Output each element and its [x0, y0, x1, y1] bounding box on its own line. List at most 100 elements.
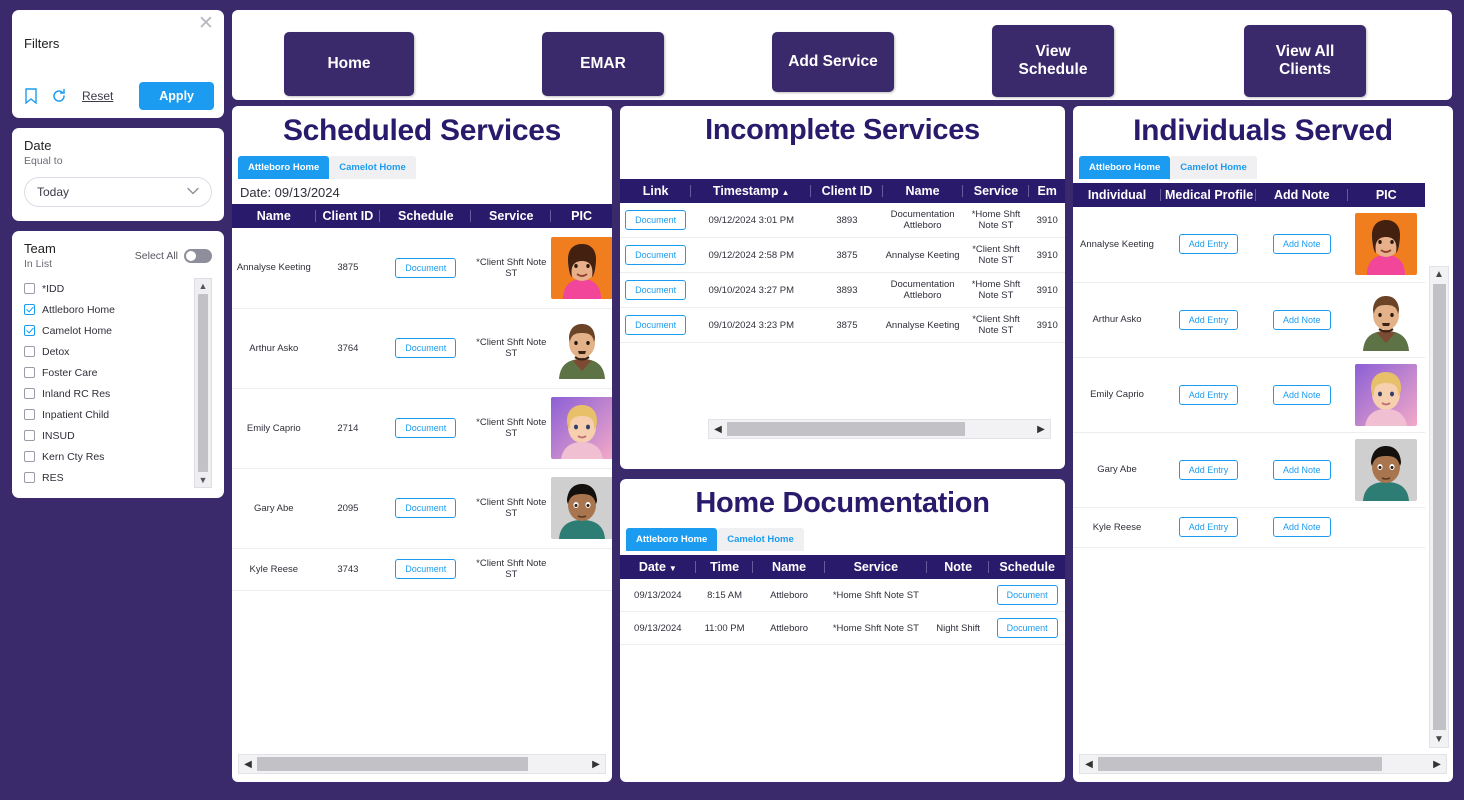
column-header-name[interactable]: Name	[232, 204, 316, 228]
scroll-track[interactable]	[1098, 757, 1428, 771]
scroll-track[interactable]	[727, 422, 1032, 436]
team-list-scrollbar[interactable]: ▲ ▼	[194, 278, 212, 488]
table-row[interactable]: Annalyse Keeting 3875 Document *Client Shft…	[232, 228, 612, 309]
table-row[interactable]: Document 09/12/2024 2:58 PM 3875 Annalyse K…	[620, 237, 1065, 273]
add-note-button[interactable]: Add Note	[1273, 384, 1331, 405]
add-note-button[interactable]: Add Note	[1273, 234, 1331, 255]
home-button[interactable]: Home	[284, 32, 414, 96]
checkbox-icon[interactable]	[24, 304, 35, 315]
add-note-button[interactable]: Add Note	[1273, 459, 1331, 480]
table-row[interactable]: Gary Abe 2095 Document *Client Shft Note ST	[232, 468, 612, 549]
scroll-track[interactable]	[257, 757, 587, 771]
scroll-up-icon[interactable]: ▲	[199, 281, 208, 291]
scroll-thumb[interactable]	[198, 294, 208, 472]
document-button[interactable]: Document	[395, 559, 457, 579]
add-entry-button[interactable]: Add Entry	[1178, 234, 1239, 255]
table-row[interactable]: Arthur Asko Add Entry Add Note	[1073, 282, 1425, 358]
team-checkbox-item[interactable]: *IDD	[24, 278, 188, 299]
tab-camelot-home[interactable]: Camelot Home	[717, 528, 804, 551]
document-link-button[interactable]: Document	[625, 210, 687, 230]
close-icon[interactable]: ✕	[196, 14, 216, 34]
scroll-right-icon[interactable]: ▶	[587, 759, 605, 770]
add-note-button[interactable]: Add Note	[1273, 517, 1331, 537]
bookmark-icon[interactable]	[22, 87, 40, 105]
team-checkbox-item[interactable]: Kern Cty Res	[24, 446, 188, 467]
select-all-toggle[interactable]	[184, 248, 212, 263]
checkbox-icon[interactable]	[24, 451, 35, 462]
column-header-pic[interactable]: PIC	[551, 204, 612, 228]
column-header-name[interactable]: Name	[753, 555, 825, 579]
team-checkbox-item[interactable]: Inland RC Res	[24, 383, 188, 404]
table-row[interactable]: Document 09/10/2024 3:27 PM 3893 Documentat…	[620, 272, 1065, 308]
document-button[interactable]: Document	[996, 618, 1058, 638]
checkbox-icon[interactable]	[24, 472, 35, 483]
scroll-left-icon[interactable]: ◀	[1080, 759, 1098, 770]
column-header-pic[interactable]: PIC	[1347, 183, 1425, 207]
team-checkbox-item[interactable]: Foster Care	[24, 362, 188, 383]
table-row[interactable]: Emily Caprio Add Entry Add Note	[1073, 357, 1425, 433]
add-entry-button[interactable]: Add Entry	[1178, 309, 1239, 330]
team-checkbox-item[interactable]: RES	[24, 467, 188, 488]
add-entry-button[interactable]: Add Entry	[1178, 459, 1239, 480]
scroll-right-icon[interactable]: ▶	[1428, 759, 1446, 770]
column-header-date[interactable]: Date ▼	[620, 555, 696, 579]
checkbox-icon[interactable]	[24, 388, 35, 399]
document-link-button[interactable]: Document	[625, 245, 687, 265]
document-button[interactable]: Document	[395, 498, 457, 518]
document-button[interactable]: Document	[395, 257, 457, 278]
reset-filters-link[interactable]: Reset	[82, 89, 113, 103]
column-header-client-id[interactable]: Client ID	[315, 204, 381, 228]
table-row[interactable]: Gary Abe Add Entry Add Note	[1073, 432, 1425, 508]
team-checkbox-item[interactable]: Camelot Home	[24, 320, 188, 341]
checkbox-icon[interactable]	[24, 346, 35, 357]
checkbox-icon[interactable]	[24, 283, 35, 294]
scroll-thumb[interactable]	[1098, 757, 1382, 771]
add-entry-button[interactable]: Add Entry	[1178, 517, 1239, 537]
apply-filters-button[interactable]: Apply	[139, 82, 214, 110]
column-header-service[interactable]: Service	[824, 555, 928, 579]
individuals-vertical-scrollbar[interactable]: ▲ ▼	[1429, 266, 1449, 748]
column-header-em[interactable]: Em	[1029, 179, 1065, 203]
column-header-note[interactable]: Note	[927, 555, 990, 579]
team-checkbox-item[interactable]: Attleboro Home	[24, 299, 188, 320]
document-link-button[interactable]: Document	[625, 315, 687, 335]
scroll-thumb[interactable]	[257, 757, 528, 771]
column-header-timestamp[interactable]: Timestamp ▲	[691, 179, 812, 203]
tab-attleboro-home[interactable]: Attleboro Home	[626, 528, 718, 551]
table-row[interactable]: Kyle Reese 3743 Document *Client Shft Note …	[232, 548, 612, 591]
scroll-thumb[interactable]	[727, 422, 965, 436]
individuals-horizontal-scrollbar[interactable]: ◀ ▶	[1079, 754, 1447, 774]
team-checkbox-item[interactable]: INSUD	[24, 425, 188, 446]
incomplete-horizontal-scrollbar[interactable]: ◀ ▶	[708, 419, 1051, 439]
checkbox-icon[interactable]	[24, 409, 35, 420]
scroll-up-icon[interactable]: ▲	[1434, 267, 1444, 282]
scheduled-horizontal-scrollbar[interactable]: ◀ ▶	[238, 754, 606, 774]
column-header-service[interactable]: Service	[962, 179, 1030, 203]
column-header-name[interactable]: Name	[882, 179, 963, 203]
emar-button[interactable]: EMAR	[542, 32, 664, 96]
table-row[interactable]: 09/13/2024 8:15 AM Attleboro *Home Shft Not…	[620, 579, 1065, 612]
scroll-left-icon[interactable]: ◀	[239, 759, 257, 770]
column-header-link[interactable]: Link	[620, 179, 692, 203]
date-filter-select[interactable]: Today	[24, 177, 212, 207]
scroll-down-icon[interactable]: ▼	[1434, 732, 1444, 747]
table-row[interactable]: Document 09/12/2024 3:01 PM 3893 Documentat…	[620, 203, 1065, 238]
add-entry-button[interactable]: Add Entry	[1178, 384, 1239, 405]
column-header-service[interactable]: Service	[471, 204, 552, 228]
checkbox-icon[interactable]	[24, 430, 35, 441]
table-row[interactable]: Arthur Asko 3764 Document *Client Shft Note…	[232, 308, 612, 389]
column-header-schedule[interactable]: Schedule	[989, 555, 1065, 579]
refresh-icon[interactable]	[50, 87, 68, 105]
view-schedule-button[interactable]: View Schedule	[992, 25, 1114, 97]
column-header-client-id[interactable]: Client ID	[811, 179, 883, 203]
table-row[interactable]: 09/13/2024 11:00 PM Attleboro *Home Shft No…	[620, 611, 1065, 645]
table-row[interactable]: Emily Caprio 2714 Document *Client Shft Not…	[232, 388, 612, 469]
scroll-down-icon[interactable]: ▼	[199, 475, 208, 485]
column-header-time[interactable]: Time	[695, 555, 754, 579]
document-button[interactable]: Document	[395, 418, 457, 438]
team-checkbox-item[interactable]: Detox	[24, 341, 188, 362]
view-all-clients-button[interactable]: View All Clients	[1244, 25, 1366, 97]
select-all-control[interactable]: Select All	[135, 248, 212, 263]
document-link-button[interactable]: Document	[625, 280, 687, 300]
checkbox-icon[interactable]	[24, 367, 35, 378]
